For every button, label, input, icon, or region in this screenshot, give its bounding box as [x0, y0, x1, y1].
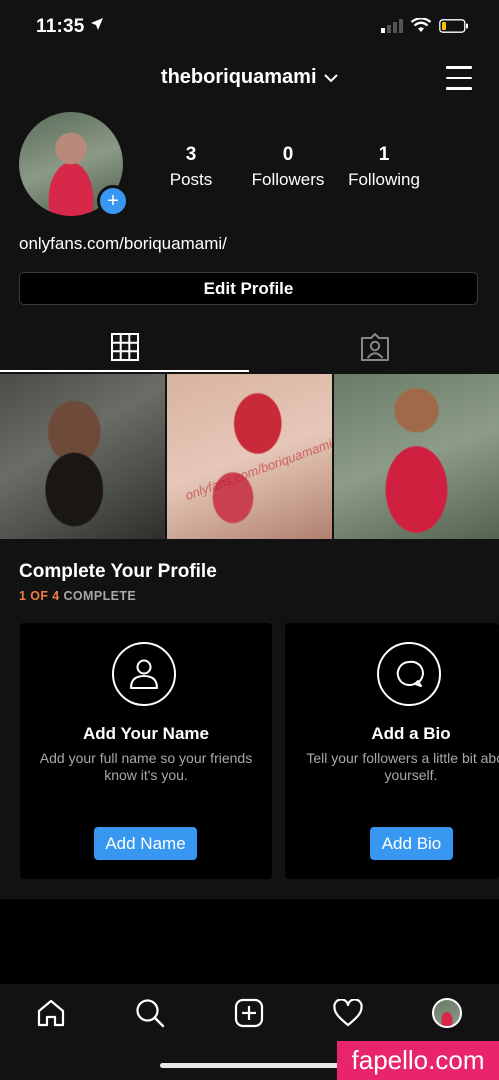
status-icons: [381, 18, 469, 33]
grid-photo-3[interactable]: [334, 374, 499, 539]
person-icon: [112, 642, 176, 706]
card-description: Tell your followers a little bit about y…: [306, 750, 499, 783]
following-count: 1: [378, 144, 390, 165]
add-story-plus-icon[interactable]: +: [97, 185, 129, 217]
card-title: Add Your Name: [83, 724, 209, 743]
search-icon: [136, 999, 165, 1028]
tab-tagged[interactable]: [250, 323, 499, 371]
complete-profile-title: Complete Your Profile: [19, 561, 217, 582]
speech-bubble-icon: [377, 642, 441, 706]
complete-profile-progress: 1 OF 4 COMPLETE: [19, 589, 136, 603]
wifi-icon: [411, 18, 431, 32]
progress-count: 1 OF 4: [19, 589, 60, 603]
nav-activity[interactable]: [331, 996, 365, 1030]
card-title: Add a Bio: [371, 724, 451, 743]
card-description: Add your full name so your friends know …: [39, 750, 253, 783]
card-add-name: Add Your Name Add your full name so your…: [20, 623, 272, 879]
posts-label: Posts: [169, 170, 213, 189]
add-post-icon: [234, 998, 264, 1028]
stat-posts[interactable]: 3 Posts: [136, 144, 246, 190]
content-spacer: [0, 899, 499, 984]
status-time: 11:35: [36, 16, 104, 38]
heart-icon: [333, 999, 363, 1027]
followers-label: Followers: [251, 170, 325, 189]
photo-watermark-text: onlyfans.com/boriquamami: [183, 435, 335, 504]
home-indicator: [160, 1063, 340, 1068]
battery-icon: [439, 18, 468, 33]
following-label: Following: [348, 170, 420, 189]
tab-grid[interactable]: [0, 323, 249, 371]
edit-profile-button[interactable]: Edit Profile: [19, 272, 478, 305]
nav-new-post[interactable]: [232, 996, 266, 1030]
progress-label: COMPLETE: [59, 589, 137, 603]
hamburger-menu-icon[interactable]: [446, 66, 472, 90]
stat-following[interactable]: 1 Following: [329, 144, 439, 190]
username-text: theboriquamami: [160, 66, 317, 88]
nav-search[interactable]: [133, 996, 167, 1030]
nav-home[interactable]: [34, 996, 68, 1030]
add-bio-button[interactable]: Add Bio: [370, 827, 453, 860]
chevron-down-icon: [324, 74, 338, 83]
watermark-banner: fapello.com: [337, 1041, 499, 1080]
tagged-person-icon: [360, 333, 389, 361]
card-add-bio: Add a Bio Tell your followers a little b…: [285, 623, 499, 879]
stat-followers[interactable]: 0 Followers: [233, 144, 343, 190]
posts-count: 3: [185, 144, 197, 165]
grid-photo-2[interactable]: onlyfans.com/boriquamami: [167, 374, 335, 539]
home-icon: [37, 999, 65, 1027]
followers-count: 0: [282, 144, 294, 165]
profile-avatar-small: [432, 998, 462, 1028]
time-text: 11:35: [36, 16, 85, 37]
add-name-button[interactable]: Add Name: [94, 827, 197, 860]
grid-icon: [110, 333, 139, 361]
nav-profile[interactable]: [430, 996, 464, 1030]
bio-link[interactable]: onlyfans.com/boriquamami/: [19, 234, 227, 254]
location-arrow-icon: [91, 18, 104, 30]
profile-username[interactable]: theboriquamami: [0, 66, 499, 89]
grid-photo-1[interactable]: [0, 374, 165, 539]
active-tab-indicator: [0, 370, 249, 372]
signal-icon: [381, 18, 403, 33]
